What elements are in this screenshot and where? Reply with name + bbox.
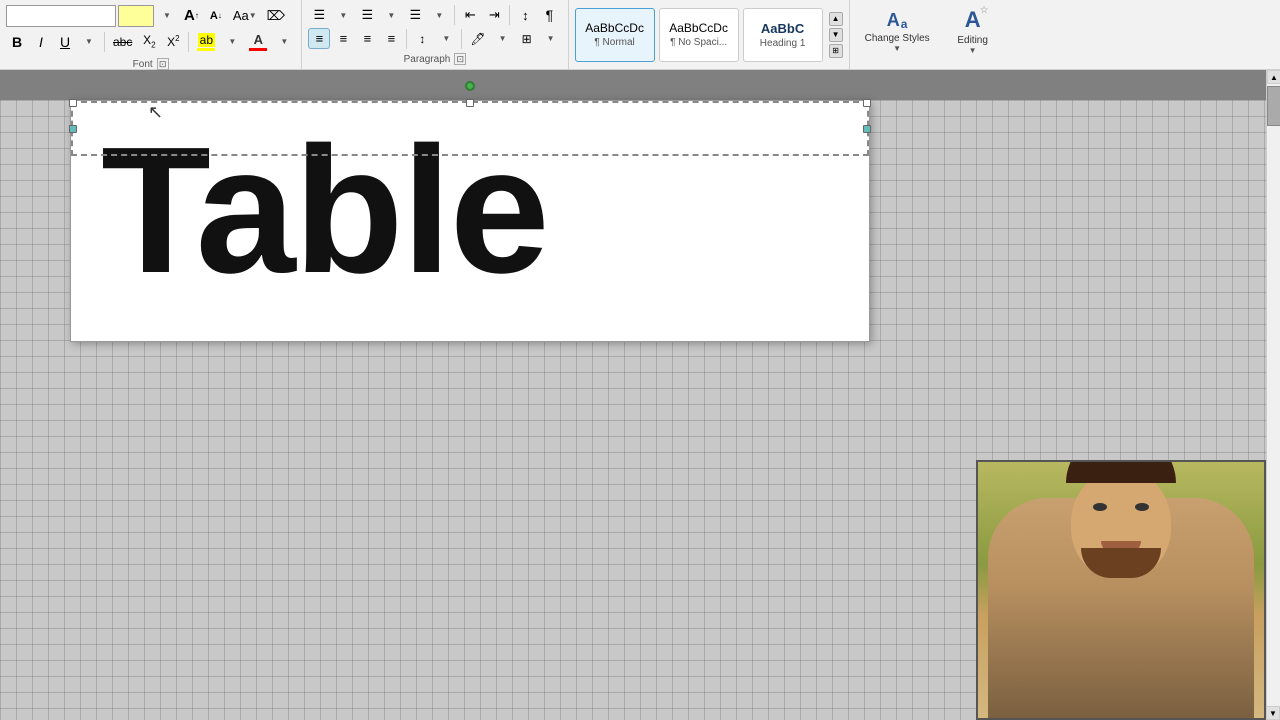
shading-btn[interactable]: 🖊 — [466, 29, 489, 49]
number-list-dropdown-btn[interactable]: ▼ — [380, 5, 402, 25]
font-group-label: Font ⊡ — [6, 58, 295, 70]
font-color-btn[interactable]: A — [245, 29, 271, 54]
separator2 — [188, 32, 189, 52]
right-group: A a Change Styles ▼ A ☆ Editing ▼ — [850, 0, 1009, 69]
font-name-input[interactable]: i (Body) — [6, 5, 116, 27]
paragraph-dialog-btn[interactable]: ⊡ — [454, 53, 466, 65]
editing-icon-A: A — [965, 7, 981, 32]
styles-group: AaBbCcDc ¶ Normal AaBbCcDc ¶ No Spaci...… — [569, 0, 850, 69]
number-list-btn[interactable]: ☰ — [356, 4, 378, 26]
ribbon: i (Body) 15 ▼ A ↑ A ↓ Aa ▼ ⌦ — [0, 0, 1280, 70]
para-row1: ☰ ▼ ☰ ▼ ☰ ▼ ⇤ — [308, 4, 561, 26]
para-row2: ≡ ≡ ≡ ≡ ↕ ▼ 🖊 — [308, 28, 561, 49]
underline-dropdown-btn[interactable]: ▼ — [78, 32, 100, 52]
document-text: Table — [101, 121, 839, 301]
line-spacing-btn[interactable]: ↕ — [411, 29, 433, 49]
increase-indent-btn[interactable]: ⇥ — [483, 4, 505, 26]
separator3 — [454, 5, 455, 25]
change-styles-label: Change Styles — [865, 33, 930, 44]
decrease-indent-btn[interactable]: ⇤ — [459, 4, 481, 26]
align-right-btn[interactable]: ≡ — [356, 28, 378, 49]
bullet-list-btn[interactable]: ☰ — [308, 4, 330, 26]
editing-btn[interactable]: A ☆ Editing ▼ — [943, 4, 1003, 58]
scroll-thumb[interactable] — [1267, 86, 1280, 126]
rotation-handle[interactable] — [465, 81, 475, 91]
subscript-btn[interactable]: X2 — [138, 30, 160, 52]
line-spacing-dropdown-btn[interactable]: ▼ — [435, 29, 457, 49]
style-normal-preview: AaBbCcDc — [585, 21, 644, 35]
style-no-spacing-preview: AaBbCcDc — [669, 21, 728, 35]
styles-scroll-down[interactable]: ▼ — [829, 28, 843, 42]
multilevel-list-dropdown-btn[interactable]: ▼ — [428, 5, 450, 25]
paragraph-group-label: Paragraph ⊡ — [308, 53, 561, 65]
document-page[interactable]: Table — [70, 100, 870, 342]
font-dialog-btn[interactable]: ⊡ — [157, 58, 169, 70]
webcam-overlay — [976, 460, 1266, 720]
shading-dropdown-btn[interactable]: ▼ — [492, 29, 514, 49]
align-center-btn[interactable]: ≡ — [332, 28, 354, 49]
align-left-btn[interactable]: ≡ — [308, 28, 330, 49]
strikethrough-btn[interactable]: abc — [109, 32, 136, 52]
scroll-up-btn[interactable]: ▲ — [1267, 70, 1280, 84]
justify-btn[interactable]: ≡ — [380, 28, 402, 49]
sort-btn[interactable]: ↕ — [514, 5, 536, 26]
style-normal-label: ¶ Normal — [594, 37, 634, 48]
font-row1: i (Body) 15 ▼ A ↑ A ↓ Aa ▼ ⌦ — [6, 4, 289, 27]
dropdown-font-size-btn[interactable]: ▼ — [156, 6, 178, 26]
scroll-down-btn[interactable]: ▼ — [1266, 706, 1280, 720]
change-styles-icon-a: a — [901, 17, 908, 31]
italic-btn[interactable]: I — [30, 31, 52, 53]
change-styles-btn[interactable]: A a Change Styles ▼ — [856, 4, 939, 58]
borders-dropdown-btn[interactable]: ▼ — [540, 29, 562, 49]
styles-expand[interactable]: ⊞ — [829, 44, 843, 58]
separator4 — [509, 5, 510, 25]
webcam-hair — [1066, 460, 1176, 483]
font-size-input[interactable]: 15 — [118, 5, 154, 27]
style-no-spacing-label: ¶ No Spaci... — [670, 37, 727, 48]
editing-label: Editing — [957, 35, 988, 46]
bullet-list-dropdown-btn[interactable]: ▼ — [332, 5, 354, 25]
paragraph-group: ☰ ▼ ☰ ▼ ☰ ▼ ⇤ — [302, 0, 568, 69]
multilevel-list-btn[interactable]: ☰ — [404, 4, 426, 26]
style-normal[interactable]: AaBbCcDc ¶ Normal — [575, 8, 655, 62]
vertical-scrollbar: ▲ ▼ — [1266, 70, 1280, 720]
text-highlight-btn[interactable]: ab — [193, 30, 219, 54]
text-highlight-dropdown-btn[interactable]: ▼ — [221, 32, 243, 52]
webcam-face-shape — [1071, 468, 1171, 578]
bold-btn[interactable]: B — [6, 31, 28, 53]
style-heading1[interactable]: AaBbC Heading 1 — [743, 8, 823, 62]
separator5 — [406, 29, 407, 49]
style-heading1-label: Heading 1 — [760, 38, 806, 49]
borders-btn[interactable]: ⊞ — [516, 29, 538, 49]
change-case-btn[interactable]: Aa ▼ — [229, 5, 261, 26]
style-no-spacing[interactable]: AaBbCcDc ¶ No Spaci... — [659, 8, 739, 62]
clear-formatting-btn[interactable]: ⌦ — [263, 5, 289, 27]
grow-font-btn[interactable]: A ↑ — [180, 4, 203, 27]
doc-text-area: Table — [71, 101, 869, 341]
font-group: i (Body) 15 ▼ A ↑ A ↓ Aa ▼ ⌦ — [0, 0, 302, 69]
superscript-btn[interactable]: X2 — [162, 31, 184, 52]
styles-scrollbar: ▲ ▼ ⊞ — [829, 12, 843, 58]
font-color-dropdown-btn[interactable]: ▼ — [273, 32, 295, 52]
webcam-eye-left — [1093, 503, 1107, 511]
underline-btn[interactable]: U — [54, 31, 76, 53]
webcam-feed — [978, 462, 1264, 718]
highlight-color-bar — [197, 48, 215, 51]
style-heading1-preview: AaBbC — [761, 21, 804, 36]
separator1 — [104, 32, 105, 52]
editing-icon-small: ☆ — [980, 5, 989, 16]
separator6 — [461, 29, 462, 49]
shrink-font-btn[interactable]: A ↓ — [205, 6, 227, 26]
content-area: Table ↖ ▲ ▼ — [0, 70, 1280, 720]
styles-scroll-up[interactable]: ▲ — [829, 12, 843, 26]
font-row2: B I U ▼ abc X2 X2 — [6, 29, 295, 54]
webcam-eye-right — [1135, 503, 1149, 511]
change-styles-icon-A: A — [887, 10, 900, 31]
font-color-bar — [249, 48, 267, 51]
show-hide-btn[interactable]: ¶ — [538, 4, 560, 26]
app-window: i (Body) 15 ▼ A ↑ A ↓ Aa ▼ ⌦ — [0, 0, 1280, 720]
